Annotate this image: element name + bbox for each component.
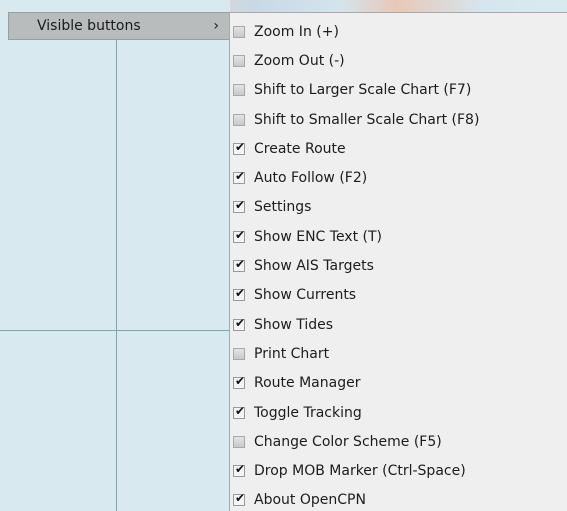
checkbox-unchecked-icon[interactable] [233,113,245,126]
checkbox-checked-icon[interactable]: ✔ [233,169,246,185]
checkmark-icon: ✔ [234,491,246,506]
chart-gridline-vertical [116,40,117,511]
submenu-item[interactable]: ✔ Show AIS Targets [230,251,567,280]
checkmark-icon: ✔ [234,462,246,477]
menu-item-visible-buttons[interactable]: Visible buttons › [8,12,230,40]
submenu-item-label: Route Manager [254,375,361,392]
checkbox-unchecked-icon[interactable] [233,84,245,97]
submenu-item[interactable]: Shift to Smaller Scale Chart (F8) [230,105,567,134]
checkbox-checked-icon[interactable]: ✔ [233,257,246,273]
submenu-item-label: Print Chart [254,345,330,362]
chart-background [0,0,230,511]
checkmark-icon: ✔ [234,227,246,242]
submenu-item-label: Toggle Tracking [254,404,362,421]
submenu-item[interactable]: ✔ Show ENC Text (T) [230,222,567,251]
submenu-item-label: Auto Follow (F2) [254,170,368,187]
submenu-item-label: Show Tides [254,316,334,333]
submenu-item[interactable]: ✔ About OpenCPN [230,486,567,511]
submenu-item[interactable]: ✔ Route Manager [230,369,567,398]
checkbox-checked-icon[interactable]: ✔ [233,462,246,478]
submenu-item-label: Shift to Larger Scale Chart (F7) [254,82,472,99]
checkbox-checked-icon[interactable]: ✔ [233,227,246,243]
checkmark-icon: ✔ [234,257,246,272]
submenu-item-label: Settings [254,199,312,216]
submenu-item[interactable]: ✔ Settings [230,193,567,222]
submenu-item[interactable]: ✔ Toggle Tracking [230,398,567,427]
checkbox-checked-icon[interactable]: ✔ [233,139,246,155]
submenu-item[interactable]: Zoom In (+) [230,17,567,46]
submenu-item[interactable]: Print Chart [230,339,567,368]
checkmark-icon: ✔ [234,315,246,330]
checkmark-icon: ✔ [234,198,246,213]
checkbox-checked-icon[interactable]: ✔ [233,403,246,419]
checkmark-icon: ✔ [234,169,246,184]
submenu-item-label: Create Route [254,140,346,157]
submenu-item[interactable]: ✔ Show Tides [230,310,567,339]
submenu-item[interactable]: ✔ Create Route [230,134,567,163]
checkbox-unchecked-icon[interactable] [233,25,245,38]
submenu-item-label: Show Currents [254,287,357,304]
submenu-item[interactable]: Change Color Scheme (F5) [230,427,567,456]
submenu-item-label: Zoom Out (-) [254,52,345,69]
checkbox-unchecked-icon[interactable] [233,435,245,448]
checkbox-checked-icon[interactable]: ✔ [233,491,246,507]
visible-buttons-submenu: Zoom In (+) Zoom Out (-) Shift to Larger S… [229,12,567,511]
checkmark-icon: ✔ [234,374,246,389]
submenu-item-label: Show ENC Text (T) [254,228,383,245]
submenu-item[interactable]: ✔ Auto Follow (F2) [230,163,567,192]
checkbox-unchecked-icon[interactable] [233,347,245,360]
submenu-item[interactable]: ✔ Show Currents [230,281,567,310]
submenu-item[interactable]: ✔ Drop MOB Marker (Ctrl-Space) [230,456,567,485]
submenu-item[interactable]: Zoom Out (-) [230,46,567,75]
submenu-item-label: Change Color Scheme (F5) [254,433,442,450]
checkbox-checked-icon[interactable]: ✔ [233,374,246,390]
checkbox-unchecked-icon[interactable] [233,54,245,67]
checkmark-icon: ✔ [234,403,246,418]
checkmark-icon: ✔ [234,286,246,301]
menu-item-label: Visible buttons [37,18,141,34]
chart-canvas[interactable]: Visible buttons › Zoom In (+) Zoom Out (-… [0,0,567,511]
submenu-item-label: Zoom In (+) [254,23,339,40]
submenu-item-label: Drop MOB Marker (Ctrl-Space) [254,463,466,480]
submenu-item-label: About OpenCPN [254,492,366,509]
submenu-item[interactable]: Shift to Larger Scale Chart (F7) [230,76,567,105]
checkbox-checked-icon[interactable]: ✔ [233,286,246,302]
submenu-item-label: Shift to Smaller Scale Chart (F8) [254,111,480,128]
submenu-item-label: Show AIS Targets [254,258,374,275]
checkbox-checked-icon[interactable]: ✔ [233,315,246,331]
checkbox-checked-icon[interactable]: ✔ [233,198,246,214]
chart-gridline-horizontal [0,330,230,331]
submenu-arrow-icon: › [213,18,219,34]
checkmark-icon: ✔ [234,139,246,154]
